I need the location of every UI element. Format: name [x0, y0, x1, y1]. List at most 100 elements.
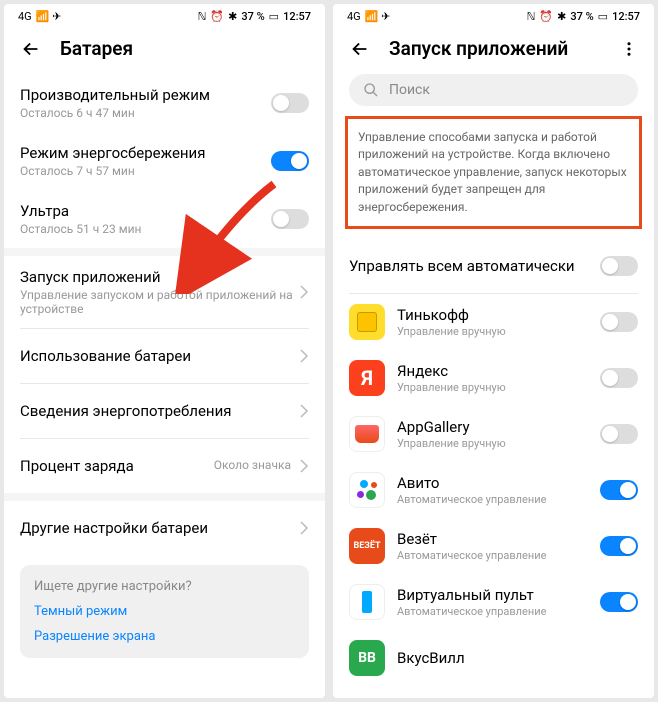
app-icon-appgallery [349, 416, 385, 452]
back-icon[interactable] [349, 38, 371, 60]
row-performance-mode[interactable]: Производительный режим Осталось 6 ч 47 м… [4, 74, 325, 132]
app-subtitle: Автоматическое управление [397, 549, 588, 562]
row-title: Сведения энергопотребления [20, 402, 299, 420]
nfc-icon: ℕ [198, 10, 207, 23]
toggle-app-vezet[interactable] [600, 536, 638, 556]
app-name: ВкусВилл [397, 649, 638, 667]
header: Батарея [4, 27, 325, 74]
row-charge-percent[interactable]: Процент заряда Около значка [4, 439, 325, 493]
help-link-resolution[interactable]: Разрешение экрана [34, 629, 295, 644]
app-icon-remote [349, 584, 385, 620]
signal-4g: 4G [347, 10, 361, 23]
app-icon-avito [349, 472, 385, 508]
app-icon-tinkoff [349, 304, 385, 340]
divider [4, 248, 325, 256]
toggle-app-yandex[interactable] [600, 368, 638, 388]
app-row-tinkoff[interactable]: Тинькофф Управление вручную [333, 294, 654, 350]
help-box: Ищете другие настройки? Темный режим Раз… [20, 565, 309, 658]
app-row-vezet[interactable]: ВЕЗЁТ Везёт Автоматическое управление [333, 518, 654, 574]
row-power-details[interactable]: Сведения энергопотребления [4, 384, 325, 438]
app-name: Везёт [397, 530, 588, 548]
row-title: Управлять всем автоматически [349, 257, 600, 275]
toggle-app-remote[interactable] [600, 592, 638, 612]
divider [4, 493, 325, 501]
row-subtitle: Осталось 51 ч 23 мин [20, 222, 271, 236]
app-icon-vkusvill: ВВ [349, 640, 385, 676]
chevron-right-icon [299, 348, 309, 364]
app-row-appgallery[interactable]: AppGallery Управление вручную [333, 406, 654, 462]
help-link-dark-mode[interactable]: Темный режим [34, 604, 295, 619]
row-ultra[interactable]: Ультра Осталось 51 ч 23 мин [4, 190, 325, 248]
app-name: Виртуальный пульт [397, 586, 588, 604]
app-subtitle: Автоматическое управление [397, 605, 588, 618]
nfc-icon: ℕ [527, 10, 536, 23]
toggle-app-avito[interactable] [600, 480, 638, 500]
toggle-power-saving[interactable] [271, 151, 309, 171]
search-icon [363, 82, 379, 98]
clock: 12:57 [283, 10, 311, 23]
signal-4g: 4G [18, 10, 32, 23]
search-placeholder: Поиск [389, 82, 430, 98]
signal-icons: 📶 ✈ [365, 10, 391, 23]
help-title: Ищете другие настройки? [34, 579, 295, 594]
info-description: Управление способами запуска и работой п… [345, 116, 642, 229]
chevron-right-icon [299, 458, 309, 474]
app-icon-vezet: ВЕЗЁТ [349, 528, 385, 564]
app-name: Тинькофф [397, 306, 588, 324]
back-icon[interactable] [20, 38, 42, 60]
clock: 12:57 [612, 10, 640, 23]
app-row-avito[interactable]: Авито Автоматическое управление [333, 462, 654, 518]
toggle-app-appgallery[interactable] [600, 424, 638, 444]
app-subtitle: Автоматическое управление [397, 493, 588, 506]
row-manage-all[interactable]: Управлять всем автоматически [333, 239, 654, 293]
status-bar: 4G 📶 ✈ ℕ ⏰ ✱ 37 % ▭ 12:57 [4, 4, 325, 27]
row-power-saving[interactable]: Режим энергосбережения Осталось 7 ч 57 м… [4, 132, 325, 190]
alarm-icon: ⏰ [210, 10, 224, 23]
battery-icon: ▭ [269, 10, 279, 23]
chevron-right-icon [299, 403, 309, 419]
row-title: Процент заряда [20, 457, 214, 475]
battery-icon: ▭ [598, 10, 608, 23]
bluetooth-icon: ✱ [557, 10, 566, 23]
app-subtitle: Управление вручную [397, 325, 588, 338]
app-row-yandex[interactable]: Я Яндекс Управление вручную [333, 350, 654, 406]
row-battery-usage[interactable]: Использование батареи [4, 329, 325, 383]
row-subtitle: Осталось 6 ч 47 мин [20, 106, 271, 120]
app-subtitle: Управление вручную [397, 381, 588, 394]
screen-battery: 4G 📶 ✈ ℕ ⏰ ✱ 37 % ▭ 12:57 Батарея Произв… [4, 4, 325, 698]
search-input[interactable]: Поиск [349, 74, 638, 106]
row-app-launch[interactable]: Запуск приложений Управление запуском и … [4, 256, 325, 328]
app-name: Авито [397, 474, 588, 492]
battery-percent: 37 % [241, 10, 264, 23]
battery-percent: 37 % [570, 10, 593, 23]
toggle-ultra[interactable] [271, 209, 309, 229]
row-title: Использование батареи [20, 347, 299, 365]
app-subtitle: Управление вручную [397, 437, 588, 450]
row-title: Ультра [20, 202, 271, 220]
more-icon[interactable] [620, 40, 638, 58]
screen-app-launch: 4G 📶 ✈ ℕ ⏰ ✱ 37 % ▭ 12:57 Запуск приложе… [333, 4, 654, 698]
toggle-app-tinkoff[interactable] [600, 312, 638, 332]
row-title: Запуск приложений [20, 268, 299, 286]
toggle-performance[interactable] [271, 93, 309, 113]
row-subtitle: Управление запуском и работой приложений… [20, 288, 299, 316]
app-icon-yandex: Я [349, 360, 385, 396]
chevron-right-icon [299, 520, 309, 536]
row-title: Производительный режим [20, 86, 271, 104]
toggle-manage-all[interactable] [600, 256, 638, 276]
page-title: Батарея [60, 37, 133, 60]
signal-icons: 📶 ✈ [36, 10, 62, 23]
chevron-right-icon [299, 284, 309, 300]
app-row-vkusvill[interactable]: ВВ ВкусВилл [333, 630, 654, 686]
header: Запуск приложений [333, 27, 654, 74]
app-name: Яндекс [397, 362, 588, 380]
row-title: Другие настройки батареи [20, 519, 299, 537]
app-row-virtual-remote[interactable]: Виртуальный пульт Автоматическое управле… [333, 574, 654, 630]
row-title: Режим энергосбережения [20, 144, 271, 162]
row-other-settings[interactable]: Другие настройки батареи [4, 501, 325, 555]
page-title: Запуск приложений [389, 37, 568, 60]
status-bar: 4G 📶 ✈ ℕ ⏰ ✱ 37 % ▭ 12:57 [333, 4, 654, 27]
alarm-icon: ⏰ [539, 10, 553, 23]
row-value: Около значка [214, 458, 291, 474]
row-subtitle: Осталось 7 ч 57 мин [20, 164, 271, 178]
